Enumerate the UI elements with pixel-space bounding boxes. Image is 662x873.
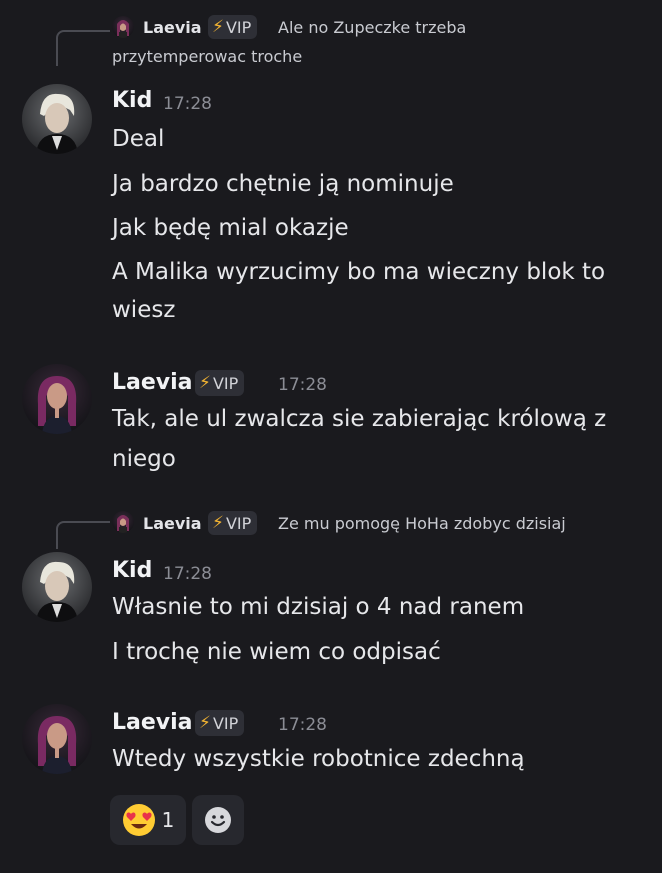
avatar[interactable] (22, 552, 92, 622)
lightning-icon: ⚡ (199, 713, 211, 733)
author-name[interactable]: Kid (112, 88, 152, 113)
avatar[interactable] (22, 84, 92, 154)
author-name[interactable]: Kid (112, 558, 152, 583)
message-text: Deal (112, 126, 165, 152)
vip-badge: ⚡ VIP (208, 15, 258, 39)
message-text: Jak będę mial okazje (112, 215, 349, 241)
lightning-icon: ⚡ (199, 373, 211, 393)
timestamp: 17:28 (278, 715, 327, 735)
author-name[interactable]: Laevia (112, 710, 193, 735)
reply-avatar[interactable] (112, 511, 134, 533)
lightning-icon: ⚡ (212, 513, 224, 533)
message-text: Ja bardzo chętnie ją nominuje (112, 171, 454, 197)
reply-text[interactable]: Ale no Zupeczke trzeba (278, 18, 466, 37)
timestamp: 17:28 (163, 94, 212, 114)
reply-avatar[interactable] (112, 16, 134, 38)
reply-author[interactable]: Laevia (143, 18, 202, 37)
message-text: Tak, ale ul zwalcza sie zabierając królo… (112, 406, 607, 432)
reaction-heart-eyes[interactable]: 1 (110, 795, 186, 845)
heart-eyes-emoji-icon (122, 804, 155, 836)
vip-badge: ⚡ VIP (195, 370, 245, 396)
reaction-count: 1 (161, 808, 175, 832)
timestamp: 17:28 (163, 564, 212, 584)
avatar[interactable] (22, 364, 92, 434)
reply-text[interactable]: przytemperowac troche (112, 47, 302, 66)
message-text: niego (112, 446, 176, 472)
reply-author[interactable]: Laevia (143, 514, 202, 533)
reply-connector (56, 30, 110, 66)
message-text: Wtedy wszystkie robotnice zdechną (112, 746, 525, 772)
add-reaction-button[interactable] (192, 795, 244, 845)
message-text: wiesz (112, 297, 176, 323)
lightning-icon: ⚡ (212, 17, 224, 37)
reply-text[interactable]: Ze mu pomogę HoHa zdobyc dzisiaj (278, 514, 566, 533)
timestamp: 17:28 (278, 375, 327, 395)
message-text: A Malika wyrzucimy bo ma wieczny blok to (112, 259, 606, 285)
message-text: I trochę nie wiem co odpisać (112, 639, 441, 665)
add-reaction-icon (205, 807, 231, 833)
message-text: Własnie to mi dzisiaj o 4 nad ranem (112, 594, 525, 620)
vip-badge: ⚡ VIP (195, 710, 245, 736)
avatar[interactable] (22, 704, 92, 774)
author-name[interactable]: Laevia (112, 370, 193, 395)
reply-connector (56, 521, 110, 549)
vip-badge: ⚡ VIP (208, 511, 258, 535)
